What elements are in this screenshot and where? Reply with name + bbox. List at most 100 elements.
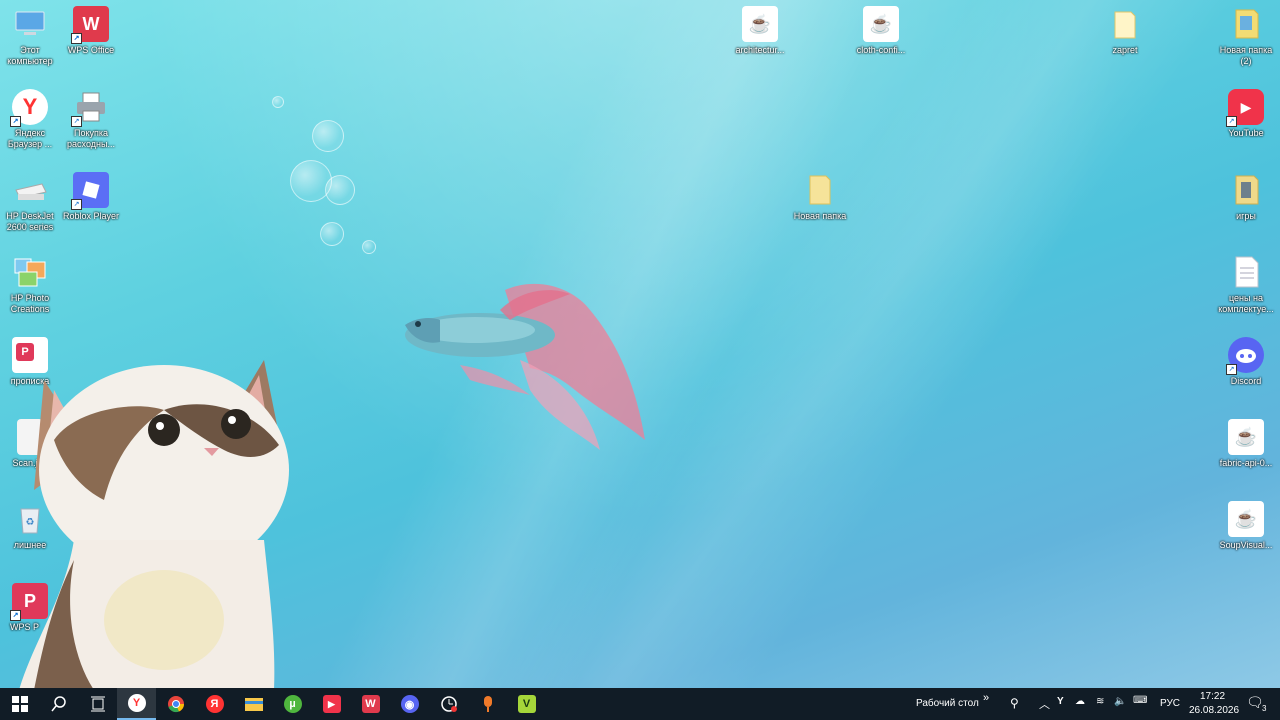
clock-app-icon [440,696,457,712]
vpn-icon: V [517,695,536,713]
desktop-icon-yandex-browser[interactable]: Y ↗ Яндекс Браузер ... [0,89,60,150]
wps-office-icon: W [361,695,380,713]
taskbar-yandex-browser[interactable]: Y [117,688,156,720]
taskbar-discord-app[interactable]: ◉ [390,688,429,720]
folder-icon [802,172,838,208]
icon-label: Новая папка (2) [1219,45,1273,66]
icon-label: zapret [1112,45,1138,55]
desktop-icon-youtube[interactable]: ▶ ↗ YouTube [1216,89,1276,139]
taskbar-file-explorer[interactable] [234,688,273,720]
taskbar-wps-office[interactable]: W [351,688,390,720]
desktop-icon-games[interactable]: игры [1216,172,1276,222]
cloud-icon[interactable]: ☁ [1075,696,1085,707]
bubble [312,120,344,152]
icon-label: Этот компьютер [7,45,53,66]
discord-icon: ↗ [1226,337,1264,375]
taskbar-microphone-app[interactable] [468,688,507,720]
icon-label: HP Photo Creations [10,293,50,314]
bubble [362,240,376,254]
youtube-icon: ▶ ↗ [1226,89,1264,127]
desktop-icon-prices[interactable]: цены на комплектуе... [1216,254,1276,315]
clock-time[interactable]: 17:22 [1200,691,1225,702]
search-button[interactable] [39,688,78,720]
task-view-icon [90,696,105,712]
volume-icon[interactable]: 🔈 [1114,696,1126,707]
youtube-icon: ▶ [322,695,341,713]
bubble [272,96,284,108]
desktop-icon-architectur[interactable]: ☕ architectur... [730,6,790,56]
icon-label: Яндекс Браузер ... [7,128,53,149]
text-file-icon [1228,254,1264,290]
desktop-icon-zapret[interactable]: zapret [1095,6,1155,56]
icon-label: cloth-confi... [856,45,906,55]
cat-overlay-image [19,360,289,688]
taskbar-youtube[interactable]: ▶ [312,688,351,720]
desktop-icon-discord[interactable]: ↗ Discord [1216,337,1276,387]
task-view-button[interactable] [78,688,117,720]
icon-label: Roblox Player [62,211,120,221]
desktop-icon-this-computer[interactable]: Этот компьютер [0,6,60,67]
bubble [320,222,344,246]
desktop-icon-hp-deskjet[interactable]: HP DeskJet 2600 series [0,172,60,233]
desktop-icon-cloth-config[interactable]: ☕ cloth-confi... [851,6,911,56]
hp-printer-icon [12,172,48,208]
icon-label: Покупка расходны... [67,128,115,149]
printer-icon: ↗ [71,89,109,127]
taskbar-clock-app[interactable] [429,688,468,720]
file-explorer-icon [244,698,263,711]
icon-label: Новая папка [793,211,847,221]
wifi-icon[interactable]: ≋ [1096,696,1104,707]
hp-photo-icon [12,254,48,290]
desktop-icon-wps-office[interactable]: W ↗ WPS Office [61,6,121,56]
desktop-icon-new-folder-2[interactable]: Новая папка (2) [1216,6,1276,67]
icon-label: игры [1236,211,1256,221]
java-file-icon: ☕ [863,6,899,42]
betta-fish-image [405,283,645,450]
desktop-icon-printer-purchase[interactable]: ↗ Покупка расходны... [61,89,121,150]
chrome-icon [167,696,184,713]
clock-date[interactable]: 26.08.2026 [1189,705,1239,716]
icon-label: fabric-api-0... [1219,458,1273,468]
wps-office-icon: W ↗ [71,6,109,44]
desktop-toolbar-label[interactable]: Рабочий стол [916,698,979,709]
notification-count: 3 [1262,704,1267,713]
bubble [325,175,355,205]
people-icon[interactable]: ⚲ [1010,696,1019,710]
yandex-browser-icon: Y [127,694,146,712]
desktop-icon-fabric-api[interactable]: ☕ fabric-api-0... [1216,419,1276,469]
java-file-icon: ☕ [1228,419,1264,455]
chevron-up-icon[interactable]: ︿ [1039,696,1050,712]
taskbar-yandex[interactable]: Я [195,688,234,720]
java-file-icon: ☕ [742,6,778,42]
taskbar-utorrent[interactable]: µ [273,688,312,720]
desktop[interactable]: Этот компьютер W ↗ WPS Office Y ↗ Яндекс Б… [0,0,1280,688]
taskbar-chrome[interactable] [156,688,195,720]
desktop-icon-hp-photo[interactable]: HP Photo Creations [0,254,60,315]
discord-badge-icon: ◉ [400,695,419,713]
icon-label: цены на комплектуе... [1218,293,1274,314]
desktop-icon-soupvisual[interactable]: ☕ SoupVisual... [1216,501,1276,551]
yandex-browser-icon: Y ↗ [10,89,48,127]
icon-label: SoupVisual... [1219,540,1273,550]
folder-icon [1228,6,1264,42]
desktop-icon-roblox[interactable]: ↗ Roblox Player [61,172,121,222]
yandex-icon: Я [205,695,224,713]
java-file-icon: ☕ [1228,501,1264,537]
chevron-right-icon[interactable]: » [983,692,989,704]
folder-icon [1228,172,1264,208]
icon-label: HP DeskJet 2600 series [6,211,54,232]
roblox-icon: ↗ [71,172,109,210]
start-button[interactable] [0,688,39,720]
taskbar: Y Я µ ▶ W ◉ V Рабочий стол » ⚲ ︿ Y ☁ ≋ 🔈… [0,688,1280,720]
yandex-tray-icon[interactable]: Y [1057,696,1064,707]
language-indicator[interactable]: РУС [1160,698,1180,709]
desktop-icon-new-folder[interactable]: Новая папка [790,172,850,222]
keyboard-icon[interactable]: ⌨ [1133,695,1147,706]
taskbar-vpn-app[interactable]: V [507,688,546,720]
computer-icon [12,6,48,42]
icon-label: Discord [1230,376,1262,386]
search-icon [50,696,66,712]
folder-icon [1107,6,1143,42]
windows-start-icon [11,696,28,712]
icon-label: WPS Office [67,45,115,55]
